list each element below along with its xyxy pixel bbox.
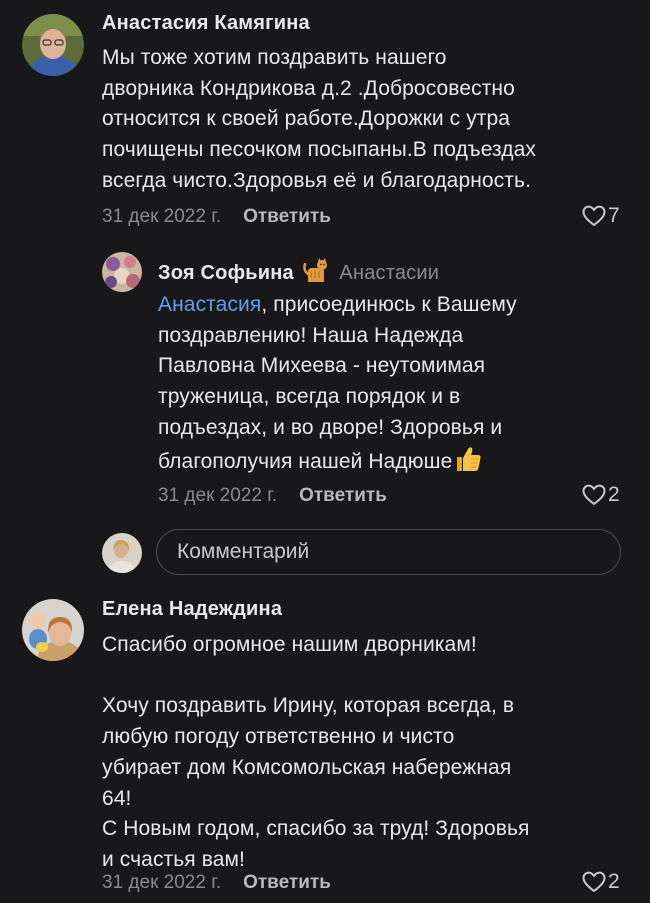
comment-author[interactable]: Анастасия Камягина	[102, 12, 310, 35]
comment-text-line: относится к своей работе.Дорожки с утра	[102, 107, 511, 131]
comment-text-line: поздравлению! Наша Надежда	[158, 323, 464, 347]
comment-text-line: любую погоду ответственно и чисто	[102, 725, 455, 749]
comment-text-line: убирает дом Комсомольская набережная	[102, 755, 512, 779]
comment-text-line: С Новым годом, спасибо за труд! Здоровья	[102, 817, 530, 841]
like-button[interactable]: 7	[582, 204, 620, 228]
comment-text: Спасибо огромное нашим дворникам! Хочу п…	[102, 630, 632, 876]
comment-meta: 31 дек 2022 г. Ответить	[158, 485, 387, 507]
avatar[interactable]	[102, 252, 142, 292]
like-count: 2	[608, 483, 620, 506]
comment-text-line: Хочу поздравить Ирину, которая всегда, в	[102, 694, 515, 718]
comment-text-line: всегда чисто.Здоровья её и благодарность…	[102, 168, 532, 192]
comment-input-row	[100, 527, 630, 577]
cat-icon	[302, 258, 330, 284]
mention-link[interactable]: Анастасия	[158, 293, 261, 316]
comment-author-row: Зоя Софьина Анастасии	[158, 258, 439, 285]
like-button[interactable]: 2	[582, 870, 620, 894]
like-count: 7	[608, 204, 620, 227]
thumbs-up-icon	[453, 444, 483, 474]
comment-text-line: и счастья вам!	[102, 847, 245, 871]
heart-icon	[582, 484, 606, 506]
comment-text-line: труженица, всегда порядок и в	[158, 385, 461, 409]
comment-text-line: дворника Кондрикова д.2 .Добросовестно	[102, 76, 515, 100]
comment-text-line: Спасибо огромное нашим дворникам!	[102, 633, 477, 656]
comment-text-line: Анастасия, присоединюсь к Вашему	[158, 290, 633, 321]
reply-to-name[interactable]: Анастасии	[339, 262, 439, 284]
comment-text-line: Павловна Михеева - неутомимая	[158, 354, 486, 378]
comment-text-line: Мы тоже хотим поздравить нашего	[102, 46, 447, 69]
heart-icon	[582, 871, 606, 893]
reply-button[interactable]: Ответить	[243, 872, 331, 893]
comment-meta: 31 дек 2022 г. Ответить	[102, 872, 331, 894]
comment-text-fragment: благополучия нашей Надюше	[158, 449, 453, 473]
comment-author[interactable]: Зоя Софьина	[158, 262, 294, 284]
comment-text-line: благополучия нашей Надюше	[158, 444, 633, 478]
comment-meta: 31 дек 2022 г. Ответить	[102, 206, 331, 228]
like-button[interactable]: 2	[582, 483, 620, 507]
reply-button[interactable]: Ответить	[243, 206, 331, 227]
heart-icon	[582, 205, 606, 227]
avatar[interactable]	[22, 599, 84, 661]
comment-date: 31 дек 2022 г.	[102, 206, 222, 227]
comment-text: Анастасия, присоединюсь к Вашему поздрав…	[158, 290, 633, 477]
current-user-avatar	[102, 533, 142, 573]
comment-text-line: 64!	[102, 786, 132, 810]
comment-text-fragment: , присоединюсь к Вашему	[261, 293, 517, 316]
avatar[interactable]	[22, 14, 84, 76]
reply-button[interactable]: Ответить	[299, 485, 387, 506]
comment-text: Мы тоже хотим поздравить нашего дворника…	[102, 43, 632, 197]
comment-text-line: подъездах, и во дворе! Здоровья и	[158, 415, 503, 439]
comment-date: 31 дек 2022 г.	[102, 872, 222, 893]
comment-text-line: почищены песочком посыпаны.В подъездах	[102, 138, 537, 162]
comment-author[interactable]: Елена Надеждина	[102, 598, 282, 621]
like-count: 2	[608, 870, 620, 893]
comment-input[interactable]	[156, 529, 621, 575]
comment-date: 31 дек 2022 г.	[158, 485, 278, 506]
